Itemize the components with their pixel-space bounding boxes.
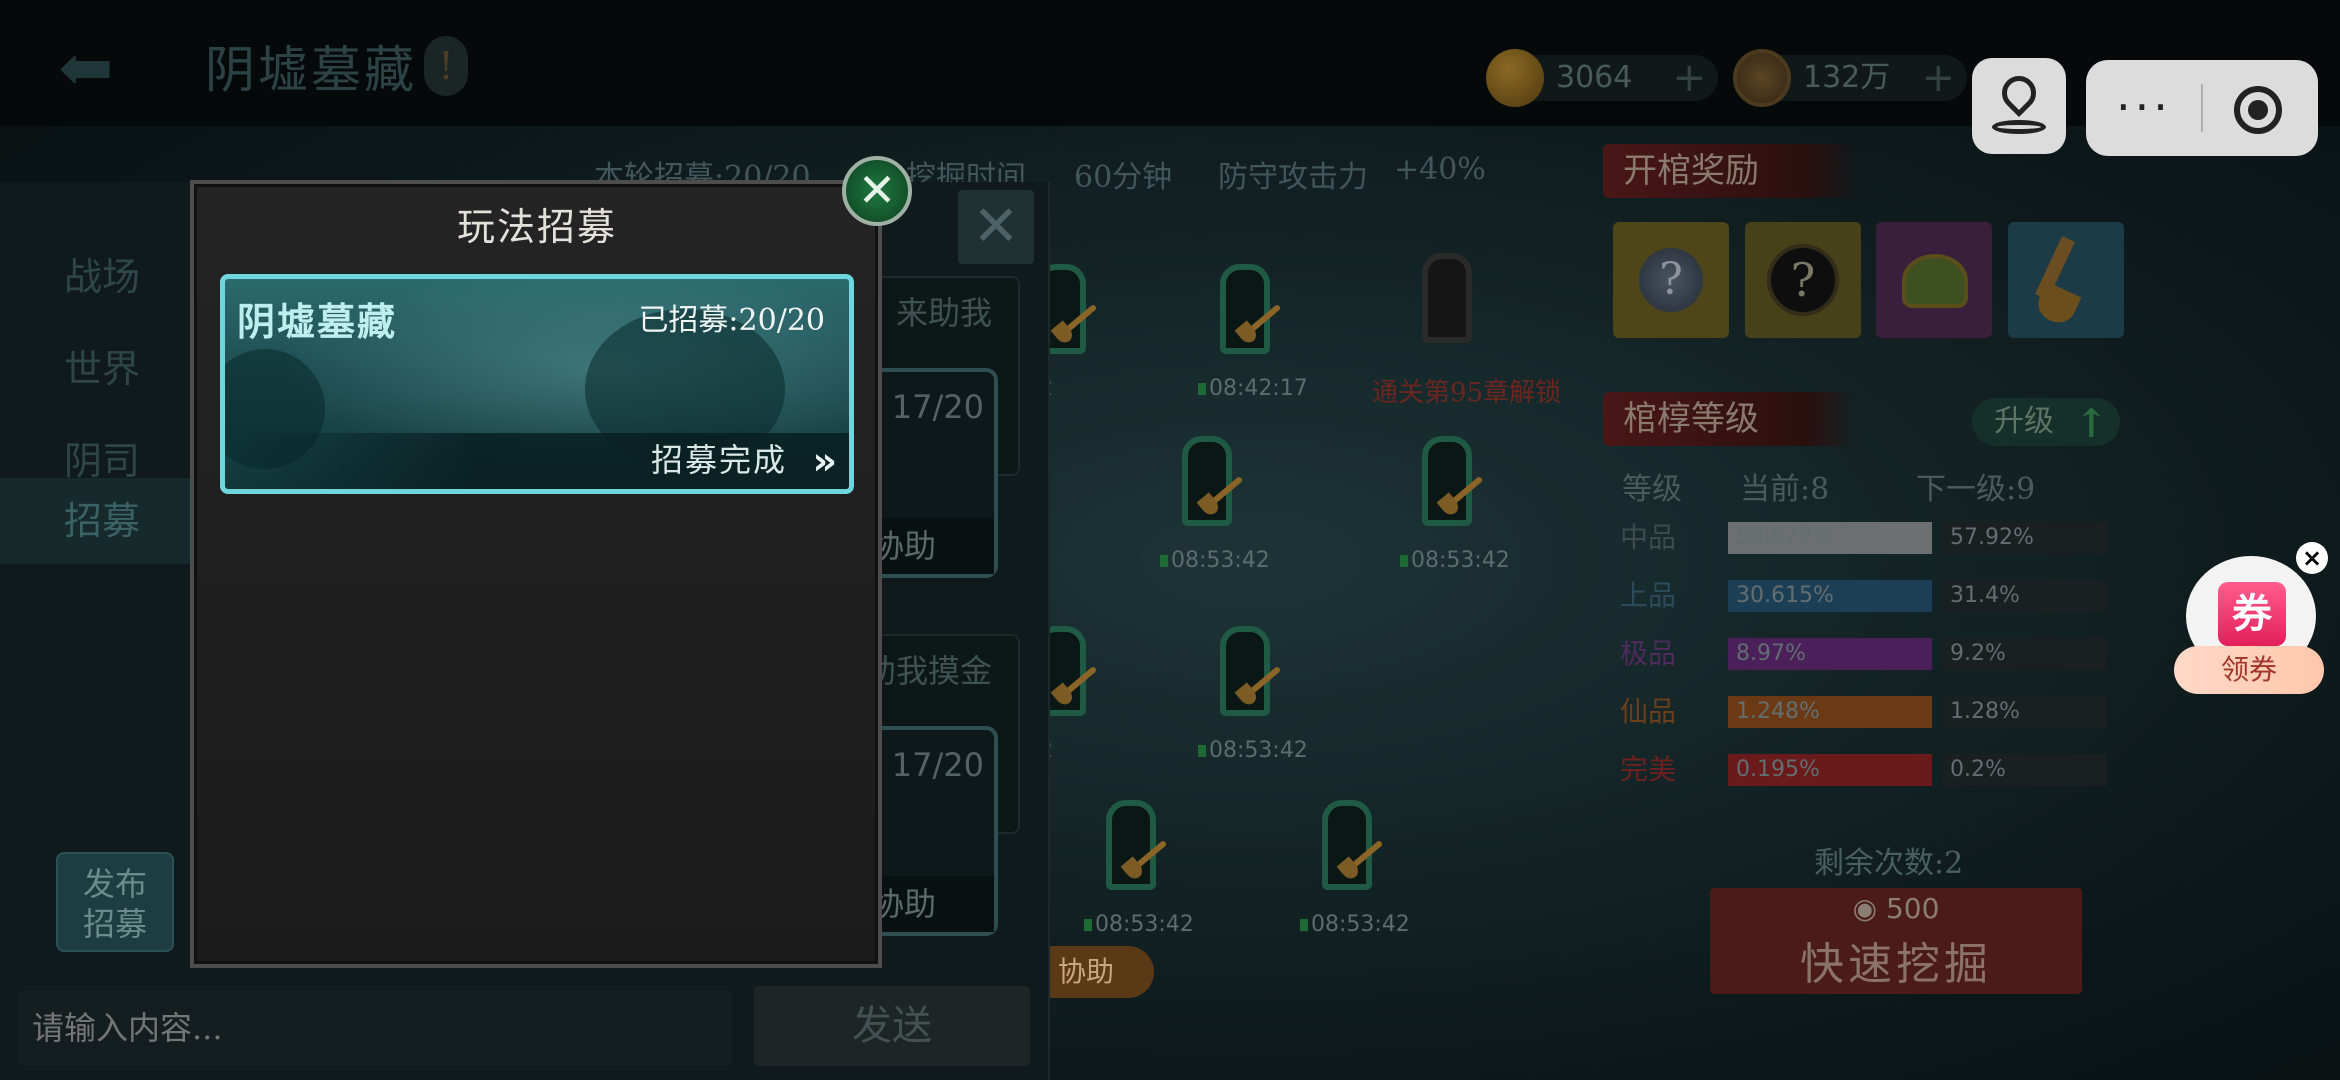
- dig-spot[interactable]: 08:42:17: [1174, 256, 1314, 406]
- page-title: 阴墟墓藏: [205, 41, 417, 99]
- tab-world[interactable]: 世界: [0, 326, 190, 412]
- fast-dig-button[interactable]: ◉ 500 快速挖掘: [1710, 888, 2082, 994]
- fast-dig-label: 快速挖掘: [1800, 939, 1992, 990]
- quality-row: 极品 8.97% 9.2%: [1620, 636, 2107, 672]
- lotus-treasure-icon: [1902, 254, 1968, 308]
- publish-recruit-button[interactable]: 发布 招募: [56, 852, 174, 952]
- card-title: 阴墟墓藏: [237, 299, 398, 344]
- request-progress: 17/20: [891, 746, 984, 784]
- attack-label: 防守攻击力: [1218, 160, 1368, 195]
- open-coffin-reward-title: 开棺奖励: [1603, 144, 1859, 198]
- quality-name: 完美: [1620, 753, 1677, 786]
- send-button[interactable]: 发送: [754, 986, 1030, 1066]
- copper-coin-icon: [1733, 49, 1791, 107]
- dig-timer: 08:53:42: [1300, 912, 1410, 937]
- coupon-close-button[interactable]: ×: [2296, 542, 2328, 574]
- chat-close-button[interactable]: ✕: [958, 190, 1034, 264]
- coin-value: 132万: [1803, 60, 1891, 95]
- card-recruit-count: 已招募:20/20: [638, 303, 825, 338]
- recruit-popup: 玩法招募 阴墟墓藏 已招募:20/20 招募完成 »: [190, 180, 882, 968]
- quality-next-rate: 0.2%: [1942, 754, 2107, 786]
- popup-close-button[interactable]: ✕: [842, 156, 912, 226]
- more-menu-button[interactable]: ···: [2116, 80, 2172, 134]
- gold-value: 3064: [1556, 60, 1633, 95]
- quality-name: 上品: [1620, 579, 1677, 612]
- quality-name: 仙品: [1620, 695, 1677, 728]
- claim-coupon-button[interactable]: 领券: [2174, 646, 2324, 694]
- tab-recruit[interactable]: 招募: [0, 478, 190, 564]
- upgrade-label: 升级: [1994, 404, 2054, 439]
- dig-spot[interactable]: 08:53:42: [1060, 792, 1200, 942]
- tab-battlefield[interactable]: 战场: [0, 234, 190, 320]
- dig-timer: 08:53:42: [1160, 548, 1270, 573]
- add-gold-button[interactable]: +: [1672, 55, 1706, 101]
- close-miniprogram-button[interactable]: [2234, 86, 2282, 134]
- quality-name: 极品: [1620, 637, 1677, 670]
- quality-row: 中品 58.972% 57.92%: [1620, 520, 2107, 556]
- quality-current-rate: 58.972%: [1728, 522, 1932, 554]
- dig-spot[interactable]: 08:53:42: [1276, 792, 1416, 942]
- chat-input[interactable]: [18, 990, 732, 1066]
- double-chevron-right-icon[interactable]: »: [812, 439, 837, 483]
- quality-current-rate: 1.248%: [1728, 696, 1932, 728]
- dig-spot[interactable]: 08:53:42: [1136, 428, 1276, 578]
- reward-item-2[interactable]: ?: [1745, 222, 1861, 338]
- gold-resource: 3064 +: [1486, 49, 1718, 107]
- quality-next-rate: 1.28%: [1942, 696, 2107, 728]
- fast-dig-cost: ◉ 500: [1852, 892, 1940, 925]
- reward-item-3[interactable]: [1876, 222, 1992, 338]
- quality-name: 中品: [1620, 521, 1677, 554]
- location-pin-button[interactable]: [1972, 58, 2066, 154]
- locked-spot-text: 通关第95章解锁: [1372, 378, 1562, 408]
- coupon-icon: 券: [2218, 582, 2286, 646]
- remaining-count: 剩余次数:2: [1814, 846, 1964, 881]
- attack-value: +40%: [1394, 152, 1486, 187]
- dig-timer: 08:42:17: [1198, 376, 1308, 401]
- recruit-mode-card[interactable]: 阴墟墓藏 已招募:20/20 招募完成 »: [220, 274, 854, 494]
- reward-item-4[interactable]: [2008, 222, 2124, 338]
- arrow-up-icon: ↑: [2074, 400, 2108, 447]
- location-pin-icon: [1994, 68, 2044, 118]
- next-level: 下一级:9: [1916, 472, 2036, 507]
- popup-title: 玩法招募: [456, 205, 617, 249]
- quality-row: 仙品 1.248% 1.28%: [1620, 694, 2107, 730]
- locked-tomb-icon: [1422, 253, 1472, 343]
- quality-row: 完美 0.195% 0.2%: [1620, 752, 2107, 788]
- quality-next-rate: 57.92%: [1942, 522, 2107, 554]
- dig-spot[interactable]: 08:53:42: [1376, 428, 1516, 578]
- upgrade-button[interactable]: 升级 ↑: [1972, 398, 2120, 447]
- quality-next-rate: 9.2%: [1942, 638, 2107, 670]
- mystery-box-icon: ?: [1767, 244, 1839, 316]
- alert-icon[interactable]: !: [424, 36, 468, 96]
- dig-timer: 08:53:42: [1084, 912, 1194, 937]
- quality-current-rate: 30.615%: [1728, 580, 1932, 612]
- request-progress: 17/20: [891, 388, 984, 426]
- quality-current-rate: 0.195%: [1728, 754, 1932, 786]
- coffin-level-title: 棺椁等级: [1603, 392, 1859, 446]
- gold-ingot-icon: [1486, 49, 1544, 107]
- dig-timer: 08:53:42: [1198, 738, 1308, 763]
- coin-resource: 132万 +: [1733, 49, 1967, 107]
- mystery-orb-icon: ?: [1639, 248, 1703, 312]
- dig-spot[interactable]: 08:53:42: [1174, 618, 1314, 768]
- quality-current-rate: 8.97%: [1728, 638, 1932, 670]
- add-coin-button[interactable]: +: [1921, 55, 1955, 101]
- card-status: 招募完成: [650, 441, 787, 479]
- dig-timer: 08:53:42: [1400, 548, 1510, 573]
- miniprogram-capsule: ···: [2086, 60, 2318, 156]
- back-arrow-icon[interactable]: ⬅: [58, 34, 158, 104]
- level-label: 等级: [1622, 472, 1682, 507]
- current-level: 当前:8: [1740, 472, 1830, 507]
- quality-row: 上品 30.615% 31.4%: [1620, 578, 2107, 614]
- reward-item-1[interactable]: ?: [1613, 222, 1729, 338]
- quality-next-rate: 31.4%: [1942, 580, 2107, 612]
- dig-time-value: 60分钟: [1074, 160, 1173, 195]
